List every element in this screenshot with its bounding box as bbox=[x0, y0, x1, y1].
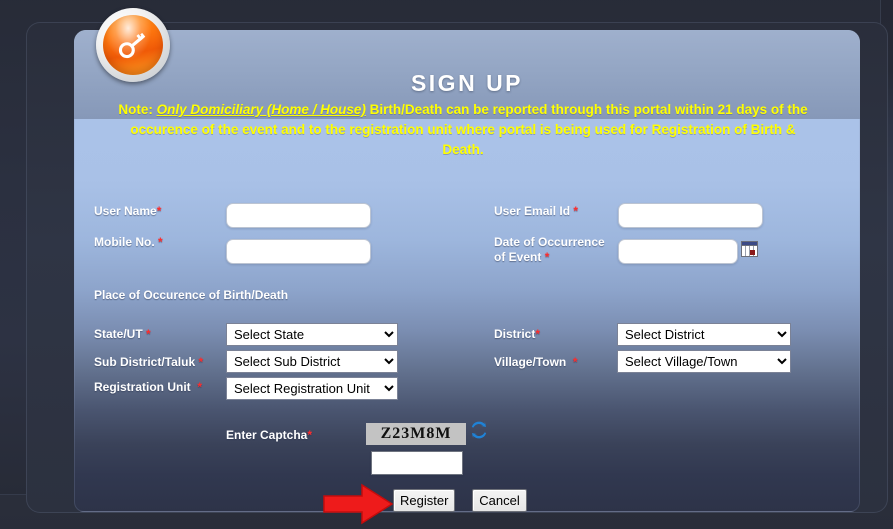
mobile-no-input[interactable] bbox=[226, 239, 371, 264]
sub-district-label: Sub District/Taluk * bbox=[94, 355, 203, 370]
refresh-icon[interactable] bbox=[470, 421, 488, 439]
mobile-no-label: Mobile No. * bbox=[94, 235, 163, 250]
page-root: SIGN UP Note: Only Domiciliary (Home / H… bbox=[0, 0, 893, 529]
mobile-no-label-text: Mobile No. bbox=[94, 235, 155, 249]
place-of-occurrence-heading: Place of Occurence of Birth/Death bbox=[94, 288, 289, 302]
required-asterisk: * bbox=[158, 235, 163, 249]
red-arrow-icon bbox=[322, 483, 394, 525]
calendar-icon[interactable] bbox=[741, 241, 758, 257]
required-asterisk: * bbox=[198, 355, 204, 369]
captcha-label-text: Enter Captcha bbox=[226, 428, 308, 442]
required-asterisk: * bbox=[572, 355, 578, 369]
registration-unit-label-text: Registration Unit bbox=[94, 380, 191, 394]
note-prefix: Note: bbox=[118, 102, 157, 117]
required-asterisk: * bbox=[573, 204, 579, 218]
state-label: State/UT * bbox=[94, 327, 151, 342]
sub-district-select[interactable]: Select Sub District bbox=[226, 350, 398, 373]
captcha-code: Z23M8M bbox=[366, 423, 466, 445]
required-asterisk: * bbox=[197, 380, 203, 394]
date-of-occurrence-input[interactable] bbox=[618, 239, 738, 264]
district-select[interactable]: Select District bbox=[617, 323, 791, 346]
note-text: Note: Only Domiciliary (Home / House) Bi… bbox=[108, 100, 818, 160]
register-button[interactable]: Register bbox=[393, 489, 455, 512]
village-town-label-text: Village/Town bbox=[494, 355, 567, 369]
village-town-label: Village/Town * bbox=[494, 355, 578, 370]
captcha-input[interactable] bbox=[371, 451, 463, 475]
registration-unit-select[interactable]: Select Registration Unit bbox=[226, 377, 398, 400]
date-of-occurrence-label: Date of Occurrence of Event * bbox=[494, 235, 605, 265]
required-asterisk: * bbox=[307, 428, 313, 442]
village-town-select[interactable]: Select Village/Town bbox=[617, 350, 791, 373]
registration-unit-label: Registration Unit * bbox=[94, 380, 202, 395]
cancel-button[interactable]: Cancel bbox=[472, 489, 527, 512]
captcha-label: Enter Captcha* bbox=[226, 428, 312, 443]
user-name-label-text: User Name bbox=[94, 204, 157, 218]
state-select[interactable]: Select State bbox=[226, 323, 398, 346]
key-icon bbox=[96, 8, 170, 82]
calendar-icon-grid bbox=[742, 246, 757, 256]
user-email-label-text: User Email Id bbox=[494, 204, 571, 218]
user-email-input[interactable] bbox=[618, 203, 763, 228]
required-asterisk: * bbox=[156, 204, 162, 218]
key-glyph bbox=[118, 33, 146, 59]
red-arrow-glyph bbox=[323, 483, 394, 525]
note-emphasis: Only Domiciliary (Home / House) bbox=[156, 102, 366, 117]
refresh-glyph bbox=[471, 421, 487, 439]
district-label-text: District bbox=[494, 327, 536, 341]
page-title: SIGN UP bbox=[410, 70, 524, 96]
required-asterisk: * bbox=[544, 250, 550, 264]
user-name-label: User Name* bbox=[94, 204, 161, 219]
user-email-label: User Email Id * bbox=[494, 204, 578, 219]
calendar-icon-selected-day bbox=[750, 250, 755, 255]
user-name-input[interactable] bbox=[226, 203, 371, 228]
panel-bottom-rule bbox=[74, 511, 860, 512]
district-label: District* bbox=[494, 327, 540, 342]
sub-district-label-text: Sub District/Taluk bbox=[94, 355, 196, 369]
date-label-line2: of Event bbox=[494, 250, 542, 264]
required-asterisk: * bbox=[146, 327, 151, 341]
date-label-line1: Date of Occurrence bbox=[494, 235, 605, 249]
state-label-text: State/UT bbox=[94, 327, 143, 341]
required-asterisk: * bbox=[535, 327, 541, 341]
